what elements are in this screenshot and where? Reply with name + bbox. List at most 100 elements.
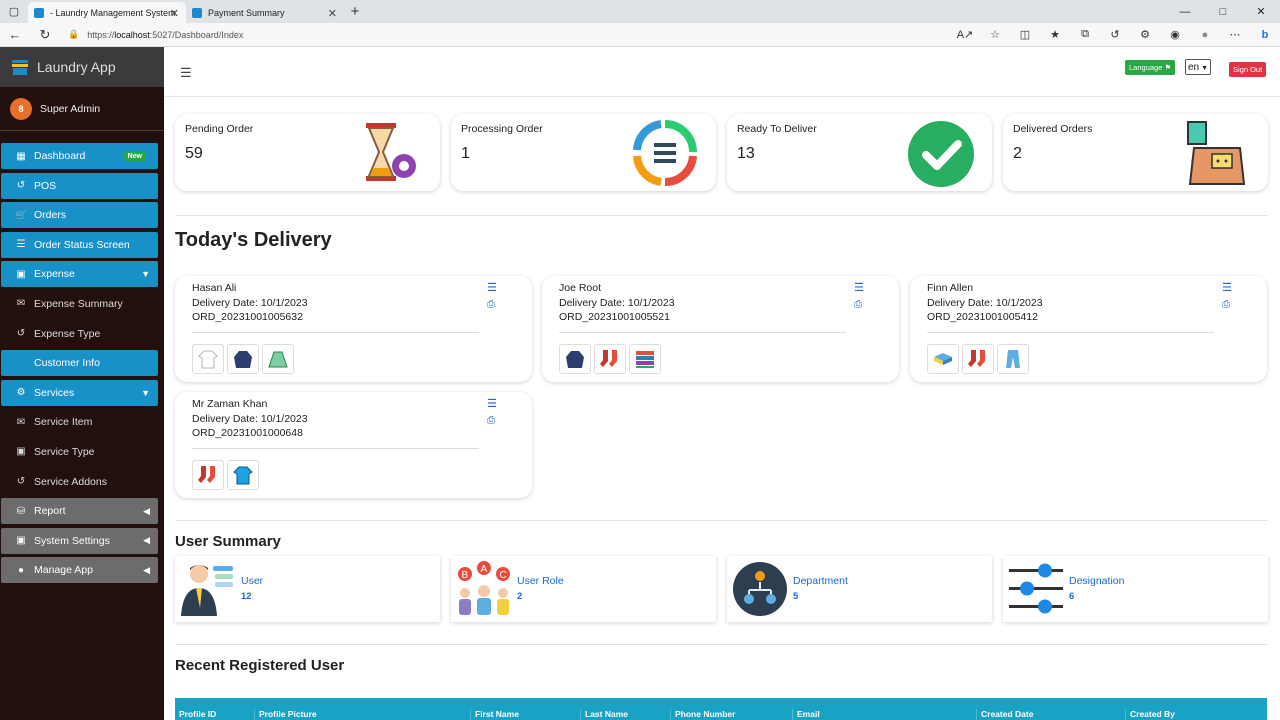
stats-row: Pending Order 59 Processing Order 1 Read…: [175, 114, 1268, 191]
split-screen-icon[interactable]: ◫: [1010, 28, 1040, 41]
tab-laundry-management[interactable]: - Laundry Management System ✕: [28, 2, 186, 23]
user-profile[interactable]: 8 Super Admin: [0, 87, 164, 131]
favorites-icon[interactable]: ★: [1040, 28, 1070, 41]
sidebar-item-label: Report: [34, 505, 66, 518]
sidebar-item-dashboard[interactable]: ▦ Dashboard New: [1, 143, 158, 169]
print-icon[interactable]: ⎙: [487, 415, 495, 426]
bing-icon[interactable]: b: [1250, 29, 1280, 41]
extensions-icon[interactable]: ◉: [1160, 28, 1190, 41]
read-aloud-icon[interactable]: A↗: [950, 28, 980, 41]
delivery-card[interactable]: Joe Root Delivery Date: 10/1/2023 ORD_20…: [542, 276, 899, 382]
list-details-icon[interactable]: ☰: [1222, 281, 1232, 294]
sidebar-item-service-addons[interactable]: ↺ Service Addons: [1, 469, 158, 495]
top-bar: ☰ Language ⚑ en ▼ Sign Out: [164, 47, 1280, 97]
sidebar-item-customer-info[interactable]: Customer Info: [1, 350, 158, 377]
customer-name: Mr Zaman Khan: [192, 398, 268, 410]
stat-label: Processing Order: [461, 123, 543, 135]
sidebar-item-expense[interactable]: ▣ Expense ▼: [1, 261, 158, 288]
database-icon: ⛁: [16, 505, 26, 517]
sign-out-button[interactable]: Sign Out: [1229, 62, 1267, 77]
delivery-card[interactable]: Mr Zaman Khan Delivery Date: 10/1/2023 O…: [175, 392, 532, 498]
more-icon[interactable]: ⋯: [1220, 28, 1250, 41]
print-icon[interactable]: ⎙: [487, 299, 495, 310]
maximize-icon[interactable]: □: [1204, 6, 1242, 18]
print-icon[interactable]: ⎙: [854, 299, 862, 310]
summary-card-designation[interactable]: Designation 6: [1003, 556, 1268, 622]
delivery-card[interactable]: Hasan Ali Delivery Date: 10/1/2023 ORD_2…: [175, 276, 532, 382]
profile-icon[interactable]: ●: [1190, 29, 1220, 41]
user-summary-title: User Summary: [175, 533, 281, 550]
list-details-icon[interactable]: ☰: [487, 281, 497, 294]
sidebar-item-orders[interactable]: 🛒 Orders: [1, 202, 158, 229]
sidebar-item-order-status-screen[interactable]: ☰ Order Status Screen: [1, 231, 158, 258]
print-icon[interactable]: ⎙: [1222, 299, 1230, 310]
stat-card-pending[interactable]: Pending Order 59: [175, 114, 440, 191]
url-prefix: https://: [87, 29, 115, 40]
summary-label: User Role: [517, 575, 564, 587]
favorite-star-icon[interactable]: ☆: [980, 28, 1010, 41]
collections-icon[interactable]: ⧉: [1070, 28, 1100, 41]
sidebar-item-expense-type[interactable]: ↺ Expense Type: [1, 321, 158, 347]
sidebar-item-label: Expense Summary: [34, 297, 123, 310]
stat-card-delivered[interactable]: Delivered Orders 2: [1003, 114, 1268, 191]
folded-clothes-icon: [927, 344, 959, 374]
column-header[interactable]: First Name: [470, 709, 580, 720]
minimize-icon[interactable]: —: [1166, 6, 1204, 18]
brand[interactable]: Laundry App: [0, 47, 164, 87]
chevron-down-icon: ▼: [1199, 65, 1208, 72]
column-header[interactable]: Phone Number: [670, 709, 792, 720]
column-header[interactable]: Created Date: [976, 709, 1125, 720]
delivery-card[interactable]: Finn Allen Delivery Date: 10/1/2023 ORD_…: [910, 276, 1267, 382]
refresh-icon[interactable]: ↻: [30, 27, 60, 43]
delivery-date: Delivery Date: 10/1/2023: [927, 297, 1043, 309]
new-tab-button[interactable]: +: [344, 2, 366, 23]
delivery-date: Delivery Date: 10/1/2023: [192, 413, 308, 425]
language-select[interactable]: en ▼: [1185, 59, 1211, 75]
towels-icon: [629, 344, 661, 374]
summary-card-department[interactable]: Department 5: [727, 556, 992, 622]
order-id: ORD_20231001005521: [559, 311, 670, 323]
column-header[interactable]: Profile ID: [175, 709, 254, 720]
sidebar-item-manage-app[interactable]: ● Manage App ◀: [1, 557, 158, 584]
column-header[interactable]: Last Name: [580, 709, 670, 720]
list-details-icon[interactable]: ☰: [487, 397, 497, 410]
sidebar-item-label: Expense: [34, 268, 75, 281]
sidebar-item-expense-summary[interactable]: ✉ Expense Summary: [1, 291, 158, 317]
sidebar-item-report[interactable]: ⛁ Report ◀: [1, 498, 158, 525]
shirt-icon: [192, 344, 224, 374]
column-header[interactable]: Profile Picture: [254, 709, 470, 720]
svg-text:C: C: [500, 570, 507, 581]
sidebar-item-service-item[interactable]: ✉ Service Item: [1, 409, 158, 435]
close-tab-icon[interactable]: ✕: [328, 7, 337, 20]
language-button[interactable]: Language ⚑: [1125, 60, 1176, 75]
close-tab-icon[interactable]: ✕: [170, 7, 179, 20]
sidebar-item-system-settings[interactable]: ▣ System Settings ◀: [1, 527, 158, 554]
list-details-icon[interactable]: ☰: [854, 281, 864, 294]
column-header[interactable]: Email: [792, 709, 976, 720]
lock-icon: 🔒: [68, 29, 80, 39]
sidebar-item-label: Orders: [34, 209, 67, 222]
summary-card-user[interactable]: User 12: [175, 556, 440, 622]
stat-card-processing[interactable]: Processing Order 1: [451, 114, 716, 191]
customer-name: Finn Allen: [927, 282, 974, 294]
sidebar-item-services[interactable]: ⚙ Services ▼: [1, 379, 158, 406]
history-icon[interactable]: ↺: [1100, 28, 1130, 41]
url-field[interactable]: 🔒 https://localhost:5027/Dashboard/Index: [68, 29, 243, 40]
recent-users-title: Recent Registered User: [175, 657, 345, 674]
stat-card-ready[interactable]: Ready To Deliver 13: [727, 114, 992, 191]
summary-value: 6: [1069, 591, 1075, 602]
tab-payment-summary[interactable]: Payment Summary ✕: [186, 2, 344, 23]
hamburger-menu-icon[interactable]: ☰: [180, 65, 192, 81]
tab-title: - Laundry Management System: [50, 7, 176, 18]
back-icon[interactable]: ←: [0, 27, 30, 42]
close-window-icon[interactable]: ✕: [1242, 5, 1280, 18]
envelope-icon: ✉: [16, 416, 26, 428]
window-menu-icon[interactable]: ▢: [0, 0, 28, 23]
column-header[interactable]: Created By: [1125, 709, 1267, 720]
item-list: [192, 460, 259, 490]
list-icon: ☰: [16, 239, 26, 251]
performance-icon[interactable]: ⚙: [1130, 28, 1160, 41]
sidebar-item-pos[interactable]: ↺ POS: [1, 172, 158, 199]
summary-card-user-role[interactable]: B A C User Role 2: [451, 556, 716, 622]
sidebar-item-service-type[interactable]: ▣ Service Type: [1, 439, 158, 465]
